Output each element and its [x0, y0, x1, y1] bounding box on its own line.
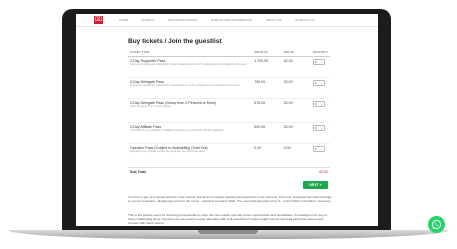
nav-sponsors-shows[interactable]: SPONSORS SHOWS — [168, 18, 197, 22]
ticket-fee: 0.00 — [281, 143, 311, 168]
ticket-fee: 30.00 — [281, 98, 311, 123]
table-row: 2-Day Affiliate Pass This ticket is only … — [128, 122, 330, 144]
col-fee: FEE (€) — [281, 48, 311, 57]
table-row: 2-Day Delegate Pass Access to Conference … — [128, 77, 330, 99]
ticket-fee: 40.00 — [281, 56, 311, 78]
chevron-down-icon: ⌄ — [320, 60, 323, 64]
chevron-down-icon: ⌄ — [320, 102, 323, 106]
nav-events-information[interactable]: EVENTS FOR INFORMATION — [211, 18, 252, 22]
ticket-fee: 30.00 — [281, 122, 311, 144]
logo-glyph: ⌧ — [95, 17, 102, 23]
quantity-select[interactable]: 0 ⌄ — [312, 125, 325, 131]
info-paragraph: This is the perfect event for iGaming pr… — [128, 213, 327, 225]
ticket-price: 500.00 — [252, 122, 282, 144]
quantity-select[interactable]: 0 ⌄ — [312, 59, 325, 65]
ticket-price: 795.00 — [252, 77, 282, 99]
subtotal-value: €0.00 — [319, 170, 328, 174]
col-price: PRICE (€) — [252, 48, 282, 57]
table-row: 2-Day Supporter Pass Access to Conference… — [128, 56, 330, 78]
laptop-screen: ⌧ HOME EVENTS SPONSORS SHOWS EVENTS FOR … — [76, 14, 378, 226]
nav-events[interactable]: EVENTS — [142, 18, 154, 22]
ticket-description: Price for group of 2 or more people. — [130, 105, 171, 109]
quantity-select[interactable]: 0 ⌄ — [312, 80, 325, 86]
ticket-price: 575.00 — [252, 98, 282, 123]
quantity-select[interactable]: 0 ⌄ — [312, 146, 325, 152]
quantity-value: 0 — [314, 147, 317, 151]
quantity-select[interactable]: 0 ⌄ — [312, 101, 325, 107]
ticket-description: This ticket is only available to affilia… — [130, 129, 224, 133]
quantity-value: 0 — [314, 81, 317, 85]
top-nav: ⌧ HOME EVENTS SPONSORS SHOWS EVENTS FOR … — [76, 14, 378, 27]
ticket-table: TICKET TYPE PRICE (€) FEE (€) QUANTITY 2… — [128, 48, 330, 168]
ticket-fee: 30.00 — [281, 77, 311, 99]
table-header-row: TICKET TYPE PRICE (€) FEE (€) QUANTITY — [128, 48, 330, 57]
chevron-down-icon: ⌄ — [320, 147, 323, 151]
col-ticket-type: TICKET TYPE — [128, 48, 253, 57]
laptop-notch — [198, 230, 258, 234]
brand-logo[interactable]: ⌧ — [94, 16, 103, 24]
subtotal-label: Sub Total — [130, 170, 146, 174]
ticket-description: Operators only. Please contact the organ… — [130, 150, 206, 154]
intro-paragraph: It is time to get up to speed with the "… — [128, 195, 332, 203]
table-row: 2-Day Delegate Pass (Group from 2 Person… — [128, 98, 330, 123]
ticket-description: Access to Conference & Exhibition, Gala,… — [130, 63, 248, 67]
whatsapp-icon — [431, 219, 442, 230]
chevron-down-icon: ⌄ — [320, 81, 323, 85]
ticket-description: Access to Conference & Exhibition, Netwo… — [130, 84, 241, 88]
nav-contact-us[interactable]: CONTACT US — [295, 18, 314, 22]
whatsapp-button[interactable] — [428, 216, 445, 233]
col-quantity: QUANTITY — [310, 48, 330, 57]
quantity-value: 0 — [314, 126, 317, 130]
next-button[interactable]: NEXT » — [303, 181, 328, 189]
ticket-price: 1,700.00 — [252, 56, 282, 78]
ticket-price: 0.00 — [252, 143, 282, 168]
quantity-value: 0 — [314, 102, 317, 106]
table-row: Operator Pass (Subject to Availability) … — [128, 143, 330, 168]
quantity-value: 0 — [314, 60, 317, 64]
nav-home[interactable]: HOME — [119, 18, 128, 22]
page-title: Buy tickets / Join the guestlist — [128, 38, 222, 45]
nav-about-us[interactable]: ABOUT US — [266, 18, 281, 22]
chevron-down-icon: ⌄ — [320, 126, 323, 130]
subtotal-row: Sub Total €0.00 — [128, 167, 330, 175]
